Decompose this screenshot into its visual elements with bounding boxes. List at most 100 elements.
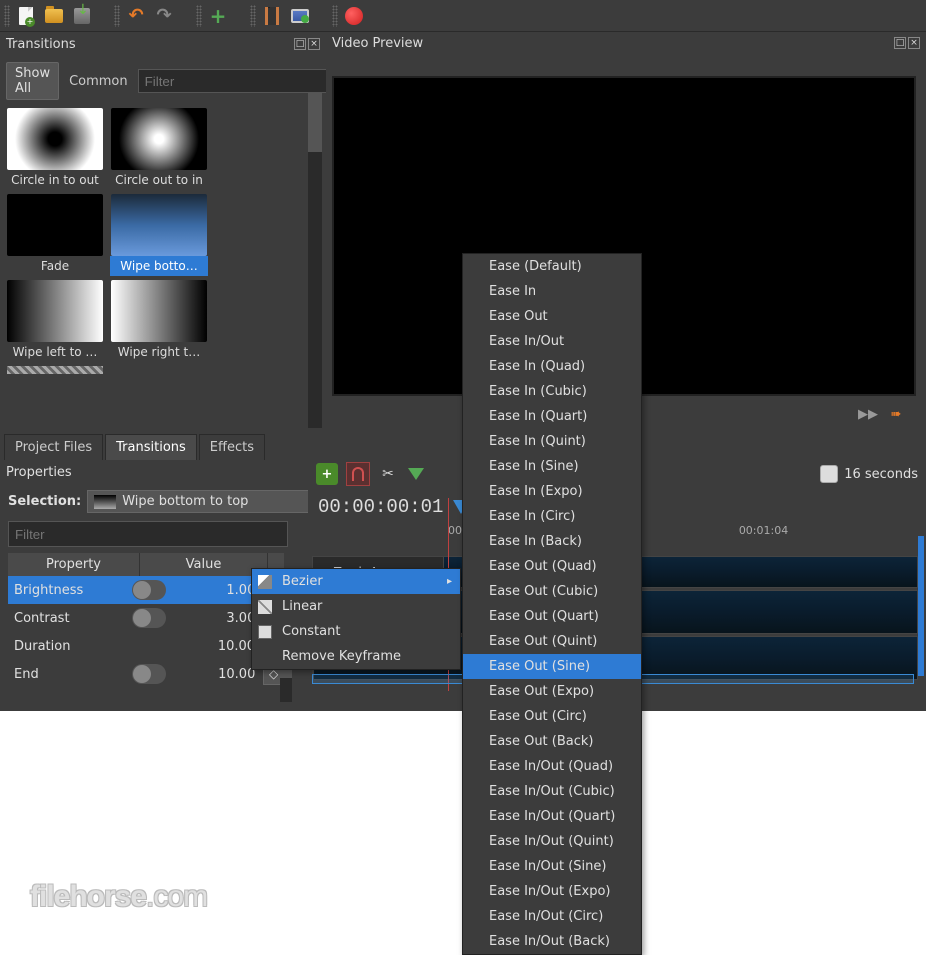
ruler-tick: 00:01:04	[739, 524, 788, 556]
menu-item-label: Constant	[282, 624, 340, 639]
timeline-scrollbar-v[interactable]	[918, 536, 924, 676]
export-button[interactable]	[342, 4, 366, 28]
menu-item-easing[interactable]: Ease In/Out (Cubic)	[463, 779, 641, 804]
tab-effects[interactable]: Effects	[199, 434, 265, 460]
menu-item-easing[interactable]: Ease In/Out	[463, 329, 641, 354]
menu-item-easing[interactable]: Ease In/Out (Expo)	[463, 879, 641, 904]
menu-item-linear[interactable]: Linear	[252, 594, 460, 619]
menu-item-easing[interactable]: Ease In (Expo)	[463, 479, 641, 504]
menu-item-easing[interactable]: Ease In/Out (Quad)	[463, 754, 641, 779]
menu-item-easing[interactable]: Ease Out (Quart)	[463, 604, 641, 629]
fullscreen-button[interactable]	[288, 4, 312, 28]
menu-item-easing[interactable]: Ease (Default)	[463, 254, 641, 279]
common-button[interactable]: Common	[65, 71, 132, 92]
property-name: Contrast	[8, 611, 132, 626]
menu-item-easing[interactable]: Ease In (Quart)	[463, 404, 641, 429]
menu-item-easing[interactable]: Ease In (Circ)	[463, 504, 641, 529]
toolbar-grip[interactable]	[114, 5, 120, 27]
menu-item-easing[interactable]: Ease In/Out (Sine)	[463, 854, 641, 879]
transition-thumbnail	[111, 280, 207, 342]
zoom-control-icon[interactable]	[820, 465, 838, 483]
panel-restore-icon[interactable]: □	[894, 37, 906, 49]
menu-item-easing[interactable]: Ease In (Cubic)	[463, 379, 641, 404]
menu-item-easing[interactable]: Ease In (Sine)	[463, 454, 641, 479]
transition-item[interactable]: Wipe left to …	[6, 280, 104, 362]
timecode[interactable]: 00:00:00:01	[318, 496, 443, 518]
transition-item[interactable]: Wipe right t…	[110, 280, 208, 362]
property-slider[interactable]	[132, 664, 166, 684]
undo-button[interactable]: ↶	[124, 4, 148, 28]
menu-item-easing[interactable]: Ease In	[463, 279, 641, 304]
add-marker-button[interactable]	[406, 464, 426, 484]
property-value: 10.00	[170, 667, 264, 682]
snap-button[interactable]	[346, 462, 370, 486]
transition-thumbnail	[7, 194, 103, 256]
property-slider[interactable]	[132, 608, 166, 628]
toolbar-grip[interactable]	[250, 5, 256, 27]
redo-button[interactable]: ↷	[152, 4, 176, 28]
transition-item[interactable]: Circle in to out	[6, 108, 104, 190]
open-project-button[interactable]	[42, 4, 66, 28]
add-track-button[interactable]: +	[316, 463, 338, 485]
transition-item[interactable]: Wipe botto…	[110, 194, 208, 276]
property-row[interactable]: Brightness 1.00 ◆	[8, 576, 284, 604]
selection-value: Wipe bottom to top	[122, 494, 248, 509]
show-all-button[interactable]: Show All	[6, 62, 59, 100]
transitions-scrollbar[interactable]	[308, 92, 322, 428]
properties-filter-input[interactable]	[8, 521, 288, 547]
jump-end-button[interactable]: ➠	[886, 404, 906, 424]
menu-item-easing[interactable]: Ease Out (Quint)	[463, 629, 641, 654]
menu-item-label: Bezier	[282, 574, 323, 589]
menu-item-constant[interactable]: Constant	[252, 619, 460, 644]
transition-thumbnail	[7, 108, 103, 170]
toolbar-grip[interactable]	[196, 5, 202, 27]
property-row[interactable]: End 10.00 ◇	[8, 660, 284, 688]
property-value: 10.00	[168, 639, 263, 654]
menu-item-easing[interactable]: Ease Out (Circ)	[463, 704, 641, 729]
tab-project-files[interactable]: Project Files	[4, 434, 103, 460]
menu-item-easing[interactable]: Ease In/Out (Quart)	[463, 804, 641, 829]
profile-button[interactable]	[260, 4, 284, 28]
panel-close-icon[interactable]: ×	[308, 38, 320, 50]
menu-item-easing[interactable]: Ease In (Quint)	[463, 429, 641, 454]
fast-forward-button[interactable]: ▶▶	[858, 404, 878, 424]
panel-close-icon[interactable]: ×	[908, 37, 920, 49]
menu-item-easing[interactable]: Ease In/Out (Quint)	[463, 829, 641, 854]
menu-item-easing[interactable]: Ease Out	[463, 304, 641, 329]
menu-item-easing[interactable]: Ease In/Out (Back)	[463, 929, 641, 954]
transitions-filter-input[interactable]	[138, 69, 326, 93]
property-row[interactable]: Duration 10.00 ◇	[8, 632, 284, 660]
menu-item-easing[interactable]: Ease Out (Expo)	[463, 679, 641, 704]
transition-item[interactable]: Fade	[6, 194, 104, 276]
menu-item-easing[interactable]: Ease In (Quad)	[463, 354, 641, 379]
column-property[interactable]: Property	[8, 553, 140, 576]
panel-restore-icon[interactable]: □	[294, 38, 306, 50]
menu-item-easing[interactable]: Ease Out (Back)	[463, 729, 641, 754]
property-slider[interactable]	[132, 580, 166, 600]
menu-item-easing[interactable]: Ease In (Back)	[463, 529, 641, 554]
transition-item[interactable]: Circle out to in	[110, 108, 208, 190]
property-row[interactable]: Contrast 3.00 ◇	[8, 604, 284, 632]
menu-item-easing[interactable]: Ease Out (Cubic)	[463, 579, 641, 604]
razor-button[interactable]: ✂	[378, 464, 398, 484]
menu-item-remove-keyframe[interactable]: Remove Keyframe	[252, 644, 460, 669]
transition-label: Wipe right t…	[110, 342, 208, 362]
transition-thumbnail	[7, 280, 103, 342]
transition-item[interactable]	[6, 366, 104, 374]
menu-item-easing[interactable]: Ease Out (Quad)	[463, 554, 641, 579]
menu-item-easing[interactable]: Ease Out (Sine)	[463, 654, 641, 679]
menu-item-bezier[interactable]: Bezier ▸	[252, 569, 460, 594]
import-button[interactable]: +	[206, 4, 230, 28]
transition-thumbnail	[111, 194, 207, 256]
tab-transitions[interactable]: Transitions	[105, 434, 197, 460]
save-project-button[interactable]: ↓	[70, 4, 94, 28]
transition-thumbnail	[7, 366, 103, 374]
menu-item-easing[interactable]: Ease In/Out (Circ)	[463, 904, 641, 929]
toolbar-grip[interactable]	[332, 5, 338, 27]
new-project-button[interactable]: +	[14, 4, 38, 28]
selection-thumb-icon	[94, 495, 116, 509]
column-value[interactable]: Value	[140, 553, 268, 576]
transition-label: Circle in to out	[6, 170, 104, 190]
toolbar-grip[interactable]	[4, 5, 10, 27]
selection-label: Selection:	[8, 494, 81, 509]
